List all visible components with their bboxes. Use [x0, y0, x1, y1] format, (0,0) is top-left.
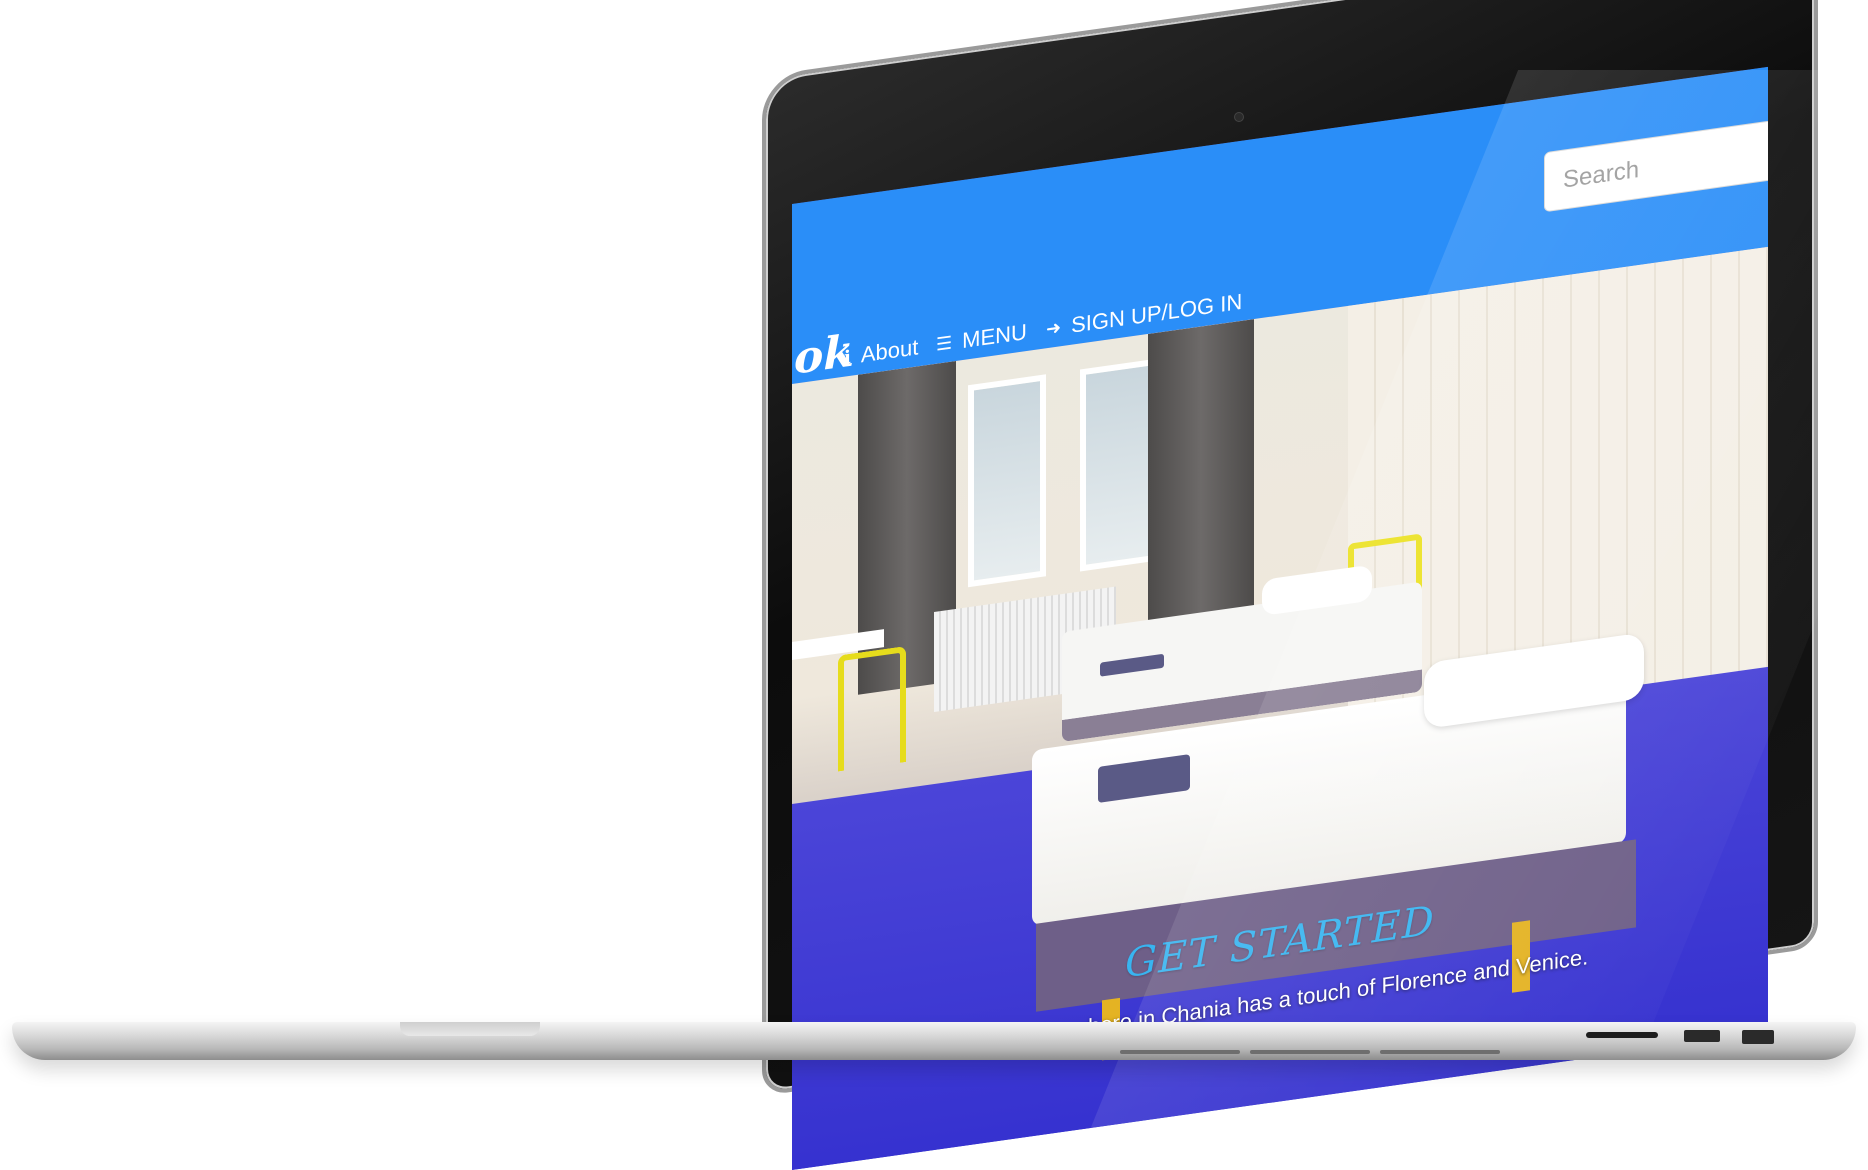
window-left [968, 374, 1046, 588]
info-icon: ℹ [844, 346, 851, 368]
laptop-screen: ok ℹ About ☰ MENU ➜ SIGN UP/LOG IN Searc… [792, 66, 1768, 1170]
laptop-foot [1120, 1050, 1240, 1054]
usb-port [1742, 1030, 1774, 1044]
laptop-foot [1380, 1050, 1500, 1054]
sign-in-icon: ➜ [1046, 316, 1062, 339]
lid-opening-notch [400, 1022, 540, 1036]
nav-menu-label: MENU [962, 318, 1027, 354]
nav-about-label: About [860, 334, 919, 368]
laptop-foot [1250, 1050, 1370, 1054]
camera-icon [1234, 112, 1244, 122]
window-right [1080, 358, 1158, 572]
nav-about[interactable]: ℹ About [844, 334, 918, 370]
list-icon: ☰ [936, 331, 953, 355]
search-input[interactable]: Search [1544, 115, 1768, 213]
curtain-right [1148, 319, 1254, 644]
chair-left [838, 645, 906, 772]
sd-card-slot [1586, 1032, 1658, 1038]
laptop-base [12, 1022, 1856, 1060]
hdmi-port [1684, 1030, 1720, 1042]
